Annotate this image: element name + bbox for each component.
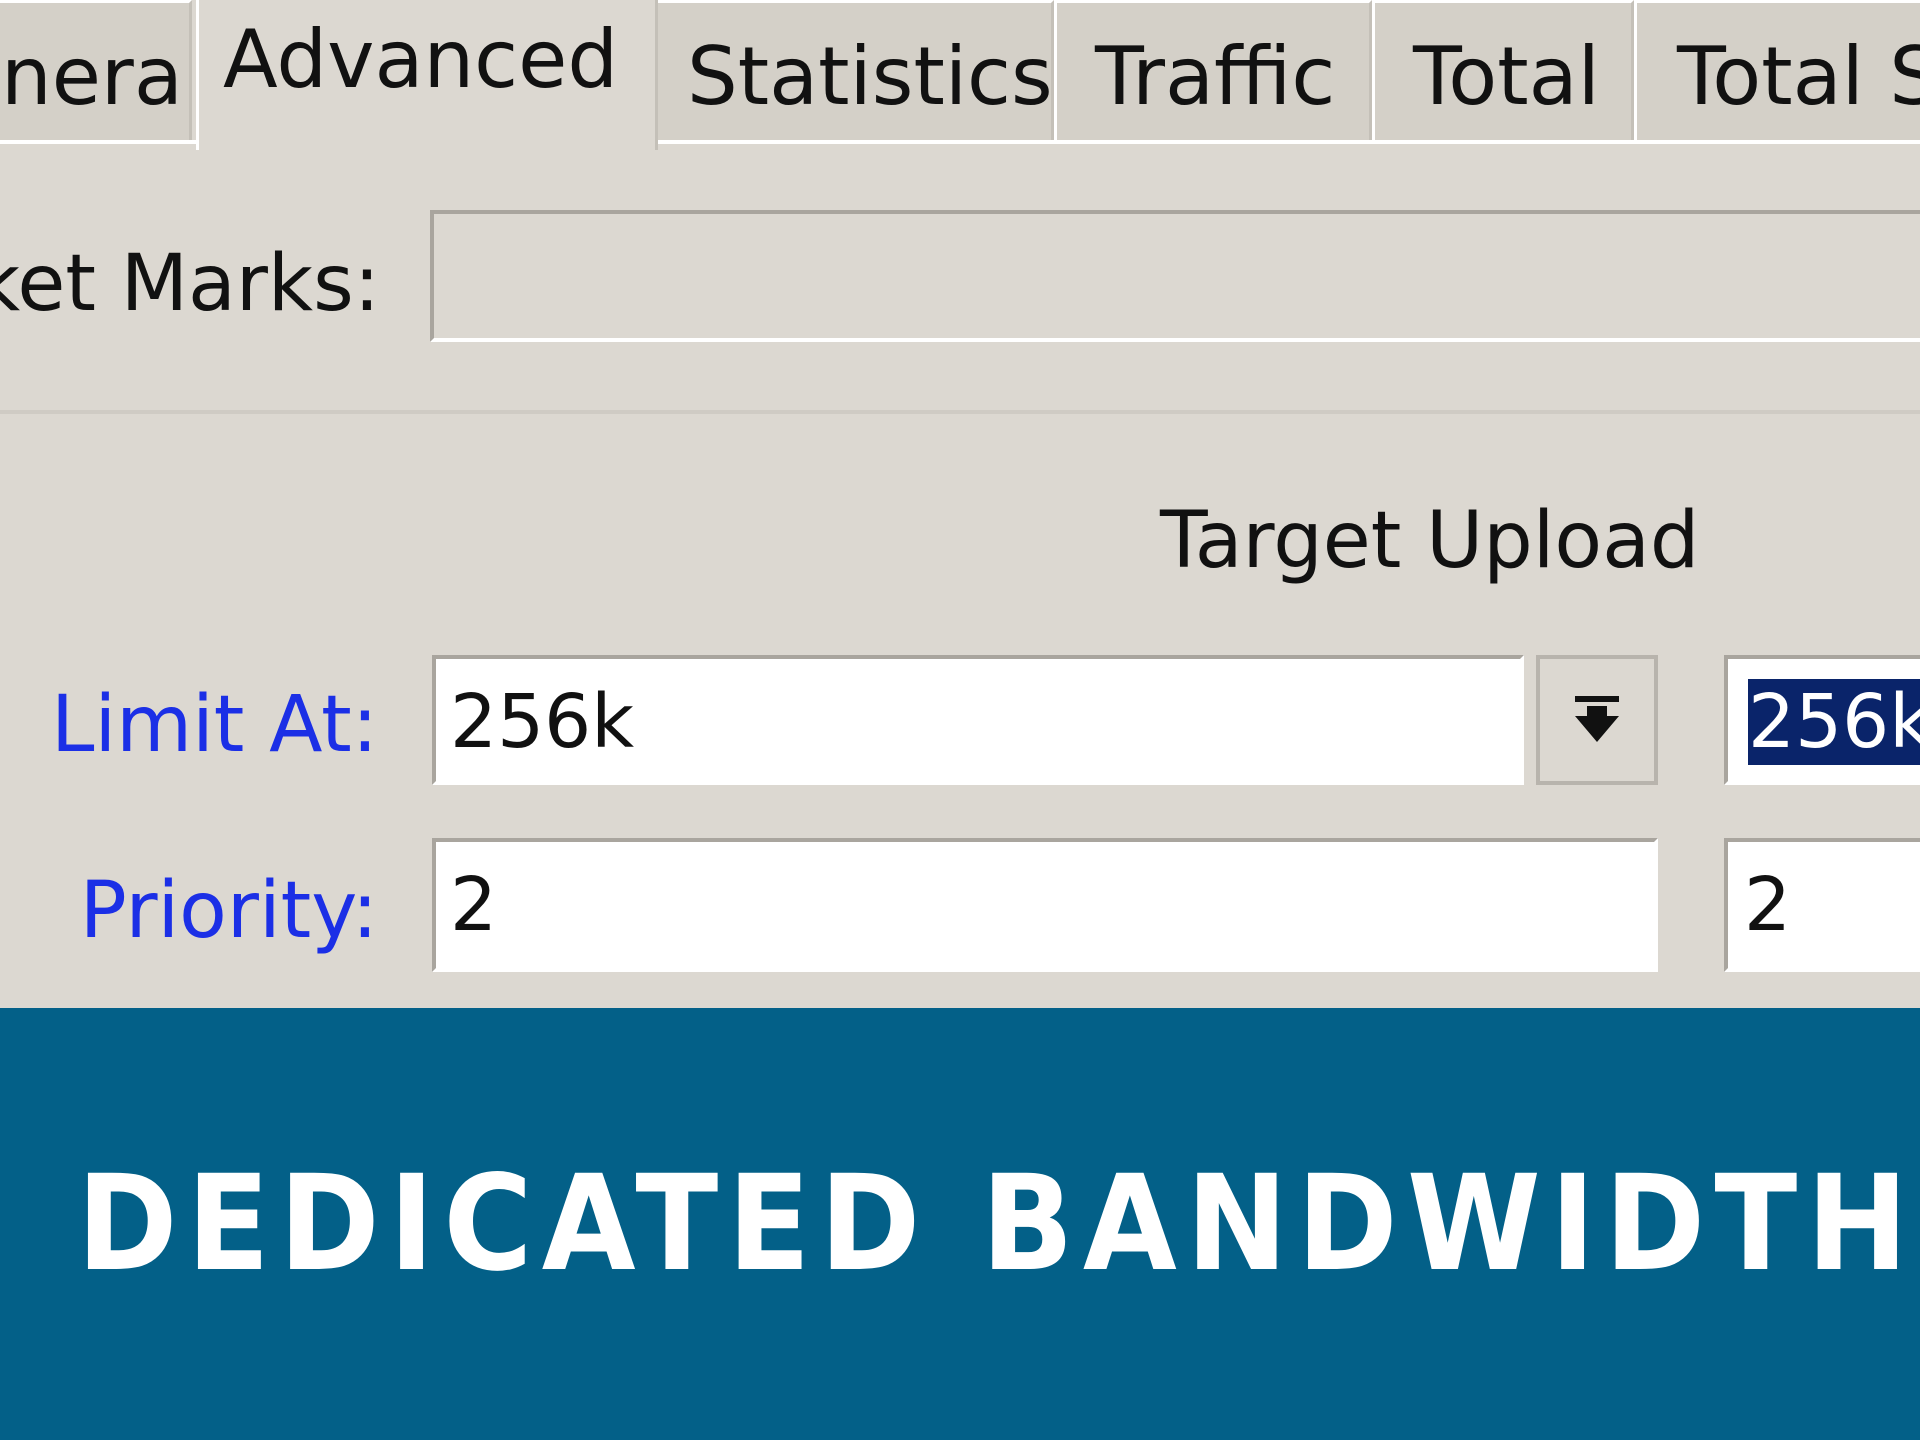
- limit-at-download-value: 256k: [1748, 679, 1920, 765]
- tab-label: Advanced: [223, 13, 619, 106]
- section-divider: [0, 410, 1920, 414]
- tab-total-speed[interactable]: Total S: [1634, 0, 1920, 144]
- tab-label: Statistics: [687, 30, 1053, 123]
- tab-label: Total S: [1677, 30, 1920, 123]
- tab-label: Traffic: [1095, 30, 1336, 123]
- tab-advanced[interactable]: Advanced: [196, 0, 658, 150]
- title-banner: DEDICATED BANDWIDTH: [0, 1008, 1920, 1440]
- priority-upload-input[interactable]: 2: [432, 838, 1658, 972]
- limit-at-dropdown-button[interactable]: [1536, 655, 1658, 785]
- packet-marks-label: cket Marks:: [0, 239, 380, 329]
- limit-at-upload-value: 256k: [450, 679, 635, 765]
- limit-at-label: Limit At:: [50, 680, 378, 770]
- priority-upload-value: 2: [450, 862, 498, 948]
- tab-statistics[interactable]: Statistics: [654, 0, 1054, 144]
- limit-at-download-input[interactable]: 256k: [1724, 655, 1920, 785]
- arrow-down-to-line-icon: [1575, 696, 1619, 742]
- priority-download-value: 2: [1744, 862, 1792, 948]
- target-upload-header: Target Upload: [1160, 496, 1700, 586]
- packet-marks-field[interactable]: [430, 210, 1920, 342]
- banner-title: DEDICATED BANDWIDTH: [76, 1147, 1918, 1301]
- tab-traffic[interactable]: Traffic: [1054, 0, 1372, 144]
- tab-general[interactable]: neral: [0, 0, 192, 144]
- tab-label: Total: [1413, 30, 1600, 123]
- tab-total[interactable]: Total: [1372, 0, 1634, 144]
- winbox-window: neral Advanced Statistics Traffic Total …: [0, 0, 1920, 1008]
- tab-label: neral: [1, 30, 192, 123]
- limit-at-upload-input[interactable]: 256k: [432, 655, 1524, 785]
- priority-label: Priority:: [79, 866, 378, 956]
- priority-download-input[interactable]: 2: [1724, 838, 1920, 972]
